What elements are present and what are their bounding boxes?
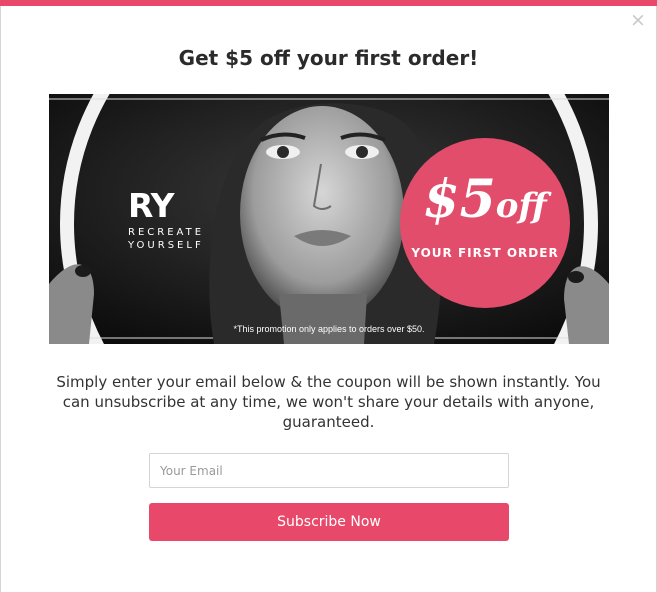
top-accent-bar	[0, 0, 657, 6]
close-button[interactable]: ×	[630, 9, 646, 31]
left-border	[0, 6, 1, 592]
close-icon[interactable]: ×	[630, 9, 646, 31]
description-text: Simply enter your email below & the coup…	[56, 373, 601, 431]
logo-line2: YOURSELF	[128, 240, 204, 251]
subscribe-button[interactable]: Subscribe Now	[149, 503, 509, 541]
brand-logo: RY RECREATE YOURSELF	[128, 189, 204, 252]
logo-line1: RECREATE	[128, 227, 205, 238]
promo-badge: $5off YOUR FIRST ORDER	[400, 138, 570, 308]
promo-banner: RY RECREATE YOURSELF $5off YOUR FIRST OR…	[49, 94, 609, 344]
fine-print: *This promotion only applies to orders o…	[233, 324, 425, 334]
email-field[interactable]	[149, 453, 509, 488]
promo-off-label: off	[495, 186, 547, 226]
promo-subtitle: YOUR FIRST ORDER	[411, 246, 559, 260]
popup-headline: Get $5 off your first order!	[178, 46, 479, 70]
promo-amount-value: $5	[423, 169, 496, 230]
promo-amount: $5off	[400, 174, 570, 232]
logo-mark: RY	[128, 186, 175, 225]
